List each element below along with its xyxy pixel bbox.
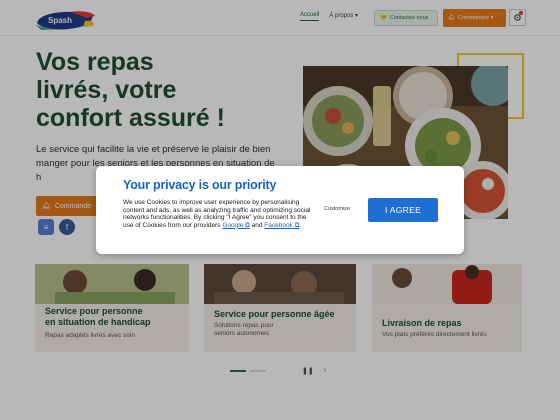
cookie-dialog-text: We use Cookies to improve user experienc… bbox=[123, 199, 311, 229]
google-link-label: Google bbox=[222, 221, 244, 229]
facebook-link[interactable]: Facebook ⧉ bbox=[264, 222, 299, 229]
google-link[interactable]: Google ⧉ bbox=[222, 222, 249, 229]
customize-button[interactable]: Customize bbox=[324, 206, 350, 212]
cookie-consent-dialog: Your privacy is our priority We use Cook… bbox=[96, 166, 464, 254]
facebook-link-label: Facebook bbox=[264, 221, 293, 229]
cookie-dialog-title: Your privacy is our priority bbox=[123, 178, 277, 192]
and-text: and bbox=[251, 221, 263, 229]
agree-button[interactable]: I AGREE bbox=[368, 198, 438, 222]
